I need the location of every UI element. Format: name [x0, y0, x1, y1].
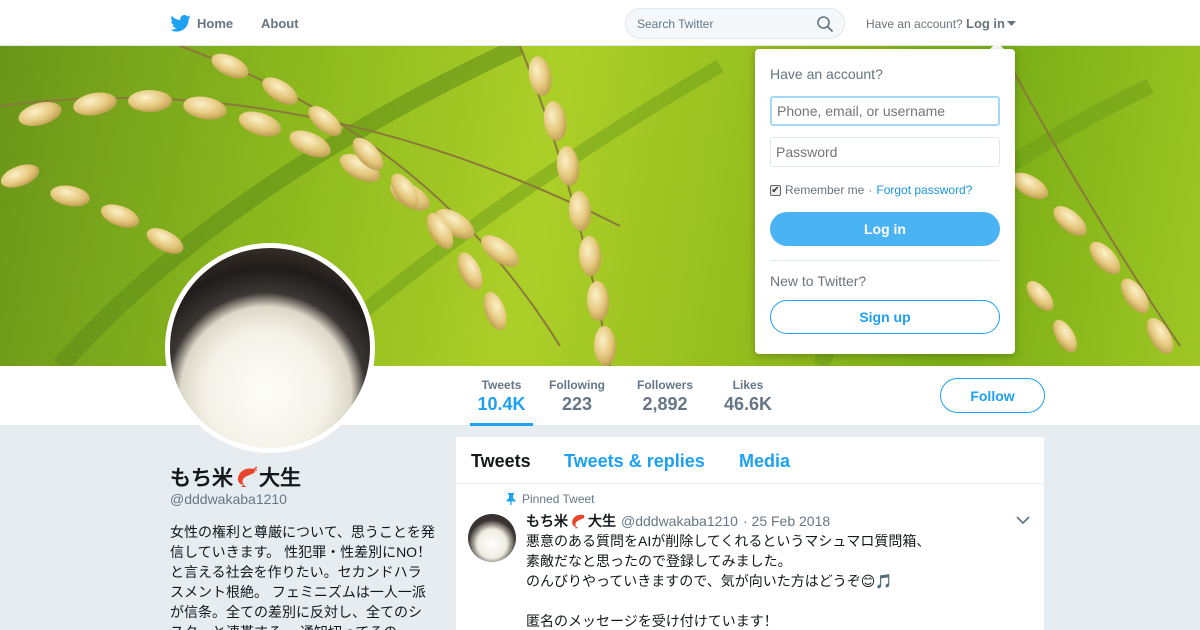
tweet-line [526, 591, 996, 611]
pinned-label: Pinned Tweet [522, 492, 595, 506]
pin-icon [506, 493, 516, 505]
follow-button[interactable]: Follow [940, 378, 1045, 413]
search-icon[interactable] [816, 15, 834, 33]
stat-followers[interactable]: Followers 2,892 [634, 366, 696, 426]
profile-bio: 女性の権利と尊厳について、思うことを発信していきます。 性犯罪・性差別にNO！と… [170, 524, 435, 630]
stat-following-value: 223 [561, 394, 593, 414]
tweet-author-part1: もち米 [526, 513, 568, 529]
stat-tweets-label: Tweets [481, 378, 522, 392]
timeline: Tweets Tweets & replies Media Pinned Twe… [456, 437, 1044, 630]
pinned-indicator: Pinned Tweet [506, 492, 595, 506]
shrimp-icon [572, 514, 585, 529]
tweet-author-part2: 大生 [588, 513, 616, 529]
remember-me-label[interactable]: Remember me [785, 183, 864, 197]
new-to-twitter-label: New to Twitter? [770, 273, 867, 289]
forgot-password-link[interactable]: Forgot password? [876, 183, 972, 197]
login-dropdown-title: Have an account? [770, 66, 883, 82]
signup-button[interactable]: Sign up [770, 300, 1000, 334]
profile-name-part2: 大生 [259, 467, 301, 490]
profile-name-part1: もち米 [170, 467, 233, 490]
tweet-text: 悪意のある質問をAIが削除してくれるというマシュマロ質問箱、 素敵だなと思ったの… [526, 531, 996, 630]
shrimp-icon [237, 466, 258, 487]
stat-followers-value: 2,892 [642, 394, 688, 414]
dropdown-divider [770, 260, 1000, 261]
remember-me-checkbox[interactable]: ✔ [770, 184, 781, 196]
login-dropdown-toggle[interactable]: Log in [966, 16, 1016, 31]
tweet-author-name[interactable]: もち米 大生 [526, 511, 616, 531]
login-dropdown: Have an account? ✔ Remember me · Forgot … [755, 49, 1015, 354]
tweet-line: 匿名のメッセージを受け付けています！ [526, 613, 778, 629]
stat-tweets-value: 10.4K [477, 394, 526, 414]
nav-home-link[interactable]: Home [170, 13, 233, 33]
tweet-line: のんびりやっていきますので、気が向いた方はどうぞ😊🎵 [526, 573, 893, 589]
timeline-tabs: Tweets Tweets & replies Media [456, 437, 1044, 484]
stat-likes[interactable]: Likes 46.6K [720, 366, 776, 426]
profile-avatar[interactable] [165, 243, 375, 453]
search-box[interactable]: Search Twitter [625, 8, 845, 39]
stat-following-label: Following [549, 378, 605, 392]
tweet-header: もち米 大生 @dddwakaba1210 · 25 Feb 2018 [526, 511, 830, 531]
stat-following[interactable]: Following 223 [546, 366, 608, 426]
nav-about-link[interactable]: About [261, 16, 299, 31]
twitter-bird-icon [170, 14, 191, 32]
stat-likes-label: Likes [732, 378, 764, 392]
account-question: Have an account? [866, 17, 963, 31]
tweet-avatar[interactable] [468, 514, 516, 562]
nav-home-label: Home [197, 15, 234, 31]
remember-separator: · [868, 183, 873, 197]
tweet-line: 悪意のある質問をAIが削除してくれるというマシュマロ質問箱、 [526, 533, 931, 549]
login-toggle-label: Log in [966, 16, 1005, 31]
tweet-handle[interactable]: @dddwakaba1210 [621, 513, 738, 529]
stat-followers-label: Followers [636, 378, 693, 392]
stat-likes-value: 46.6K [723, 394, 773, 414]
avatar-rice-bowl-image [170, 248, 370, 448]
chevron-down-icon[interactable] [1016, 516, 1030, 525]
search-input[interactable]: Search Twitter [637, 17, 713, 31]
profile-handle[interactable]: @dddwakaba1210 [170, 491, 287, 507]
tweet-line: 素敵だなと思ったので登録してみました。 [526, 553, 792, 569]
tab-tweets-replies[interactable]: Tweets & replies [564, 451, 705, 472]
caret-down-icon [1007, 20, 1016, 26]
profile-name[interactable]: もち米 大生 [170, 462, 301, 492]
password-field[interactable] [770, 137, 1000, 167]
stat-tweets[interactable]: Tweets 10.4K [470, 366, 533, 426]
remember-me-row: ✔ Remember me · Forgot password? [770, 183, 972, 197]
tab-media[interactable]: Media [739, 451, 790, 472]
tweet-date[interactable]: · 25 Feb 2018 [743, 513, 830, 529]
tab-tweets[interactable]: Tweets [471, 451, 531, 472]
login-button[interactable]: Log in [770, 212, 1000, 246]
username-field[interactable] [770, 96, 1000, 126]
top-navigation: Home About Search Twitter Have an accoun… [0, 0, 1200, 46]
